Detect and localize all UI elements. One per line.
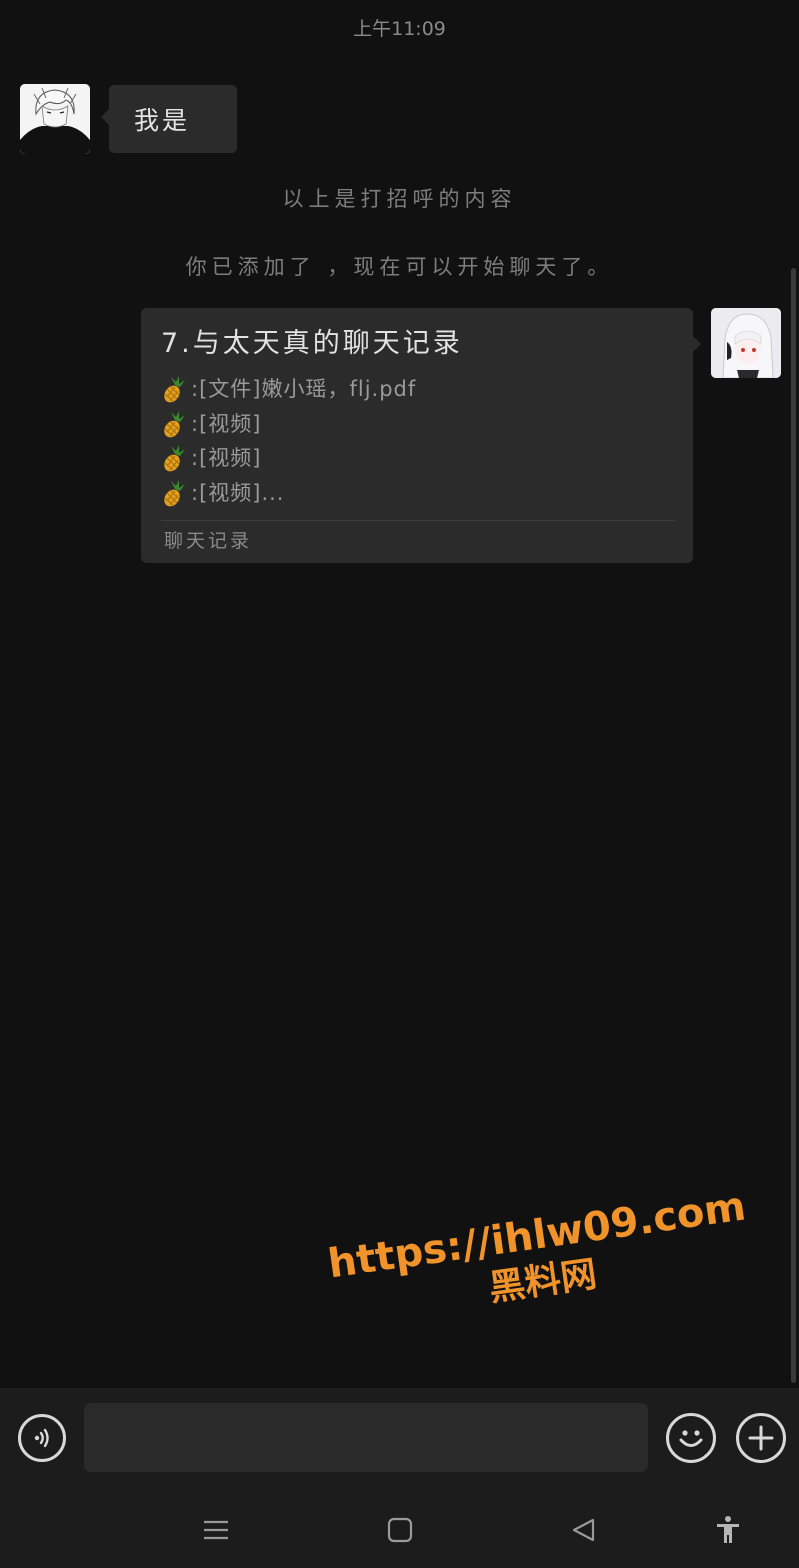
chat-record-line-text: :[视频]... [191, 480, 285, 505]
nav-back-button[interactable] [564, 1510, 604, 1550]
chat-record-line: :[视频] [161, 407, 673, 442]
plus-icon [748, 1425, 774, 1451]
emoji-button[interactable] [666, 1413, 716, 1463]
pineapple-icon [164, 376, 185, 403]
accessibility-icon [717, 1516, 739, 1543]
contact-avatar-image [20, 84, 90, 154]
self-avatar-image [711, 308, 781, 378]
pineapple-icon [164, 445, 185, 472]
chat-record-line-text: :[视频] [191, 446, 262, 470]
message-timestamp: 上午11:09 [353, 18, 446, 40]
input-bar [0, 1388, 799, 1488]
nav-home-button[interactable] [380, 1510, 420, 1550]
incoming-message-text: 我是 [134, 106, 191, 135]
chat-record-footer: 聊天记录 [164, 530, 253, 552]
more-button[interactable] [736, 1413, 786, 1463]
chat-record-line: :[文件]嫩小瑶，flj.pdf [161, 372, 673, 407]
chat-record-line-text: :[视频] [191, 411, 262, 436]
emoji-icon [679, 1430, 703, 1447]
scrollbar[interactable] [791, 268, 796, 1383]
pineapple-icon [164, 410, 185, 438]
chat-record-title: 7.与太天真的聊天记录 [161, 328, 463, 359]
message-input[interactable] [84, 1403, 648, 1472]
watermark: https://ihlw09.com 黑料网 [325, 1182, 759, 1369]
chat-record-line: :[视频]... [161, 476, 673, 511]
nav-menu-button[interactable] [196, 1510, 236, 1550]
voice-button[interactable] [18, 1414, 66, 1462]
pineapple-icon [164, 479, 185, 507]
card-divider [161, 520, 675, 521]
chat-screen: 上午11:09 我是 以上是打招呼的内容 你已添加了 ，现在可以开始聊天了。 7… [0, 0, 799, 1568]
system-notice-greeting: 以上是打招呼的内容 [282, 187, 517, 211]
nav-accessibility-button[interactable] [708, 1510, 748, 1550]
menu-icon [204, 1520, 228, 1540]
chat-record-line-text: :[文件]嫩小瑶，flj.pdf [191, 377, 417, 401]
chat-record-line: :[视频] [161, 441, 673, 476]
self-avatar[interactable] [711, 308, 781, 378]
system-notice-added: 你已添加了 ，现在可以开始聊天了。 [185, 255, 614, 279]
system-nav-bar [0, 1488, 799, 1568]
contact-avatar[interactable] [20, 84, 90, 154]
incoming-message-bubble[interactable]: 我是 [101, 85, 237, 153]
home-icon [387, 1517, 413, 1543]
chat-record-card[interactable]: 7.与太天真的聊天记录 :[文件]嫩小瑶，flj.pdf :[视频]:[视频]… [141, 308, 701, 563]
voice-icon [34, 1428, 49, 1448]
back-icon [572, 1518, 595, 1542]
